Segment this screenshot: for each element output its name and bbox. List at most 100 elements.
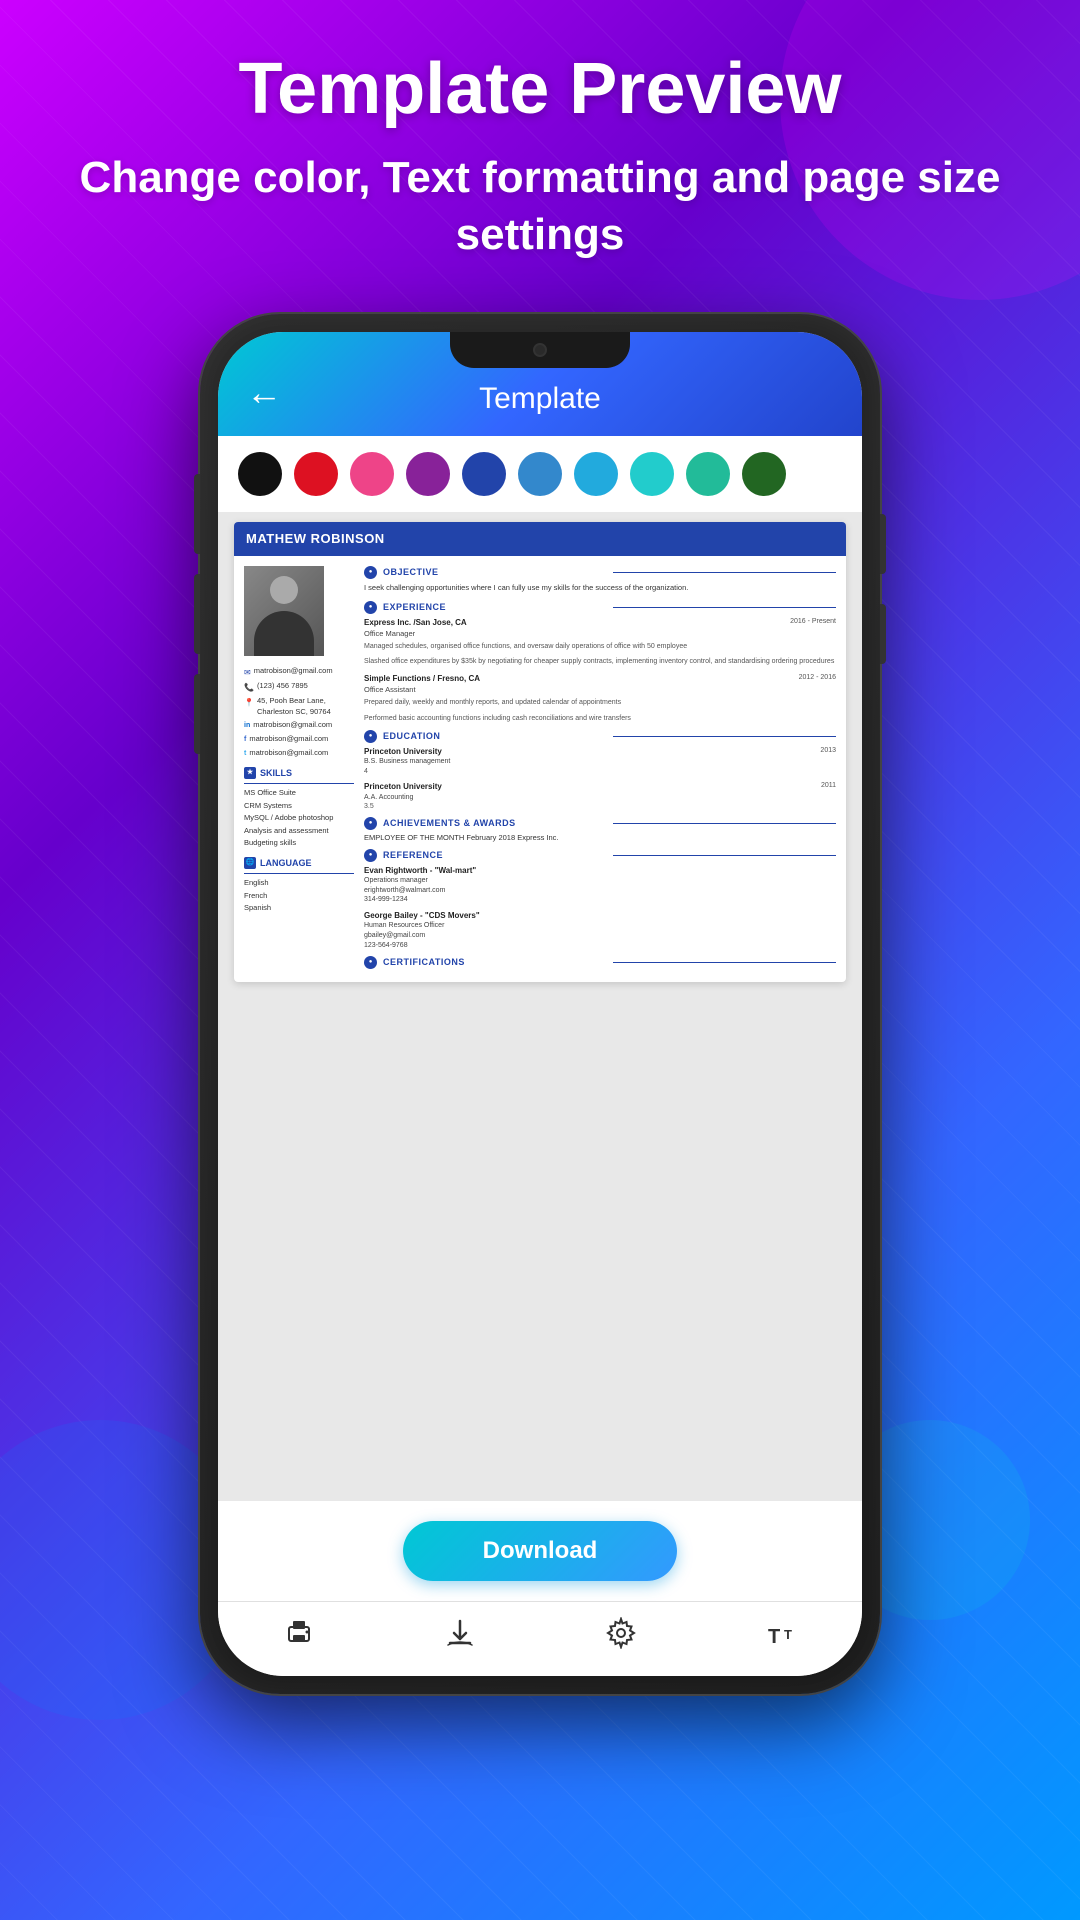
download-area: Download bbox=[218, 1501, 862, 1601]
print-nav-icon[interactable] bbox=[280, 1614, 318, 1652]
download-nav-icon[interactable] bbox=[441, 1614, 479, 1652]
volume-down-button[interactable] bbox=[880, 604, 886, 664]
edu-entry-2: Princeton University 2011 A.A. Accountin… bbox=[364, 781, 836, 812]
ref-name-1: Evan Rightworth - "Wal-mart" bbox=[364, 865, 836, 876]
phone-screen: ← Template bbox=[218, 332, 862, 1676]
objective-header: ● OBJECTIVE bbox=[364, 566, 836, 579]
contact-phone: 📞 (123) 456 7895 bbox=[244, 681, 354, 693]
reference-title: REFERENCE bbox=[383, 849, 607, 862]
color-swatch-dark-blue[interactable] bbox=[462, 452, 506, 496]
phone-value: (123) 456 7895 bbox=[257, 681, 308, 692]
experience-line bbox=[613, 607, 837, 608]
ref-email-1: erightworth@walmart.com bbox=[364, 886, 836, 896]
location-icon: 📍 bbox=[244, 697, 254, 708]
email-icon: ✉ bbox=[244, 667, 251, 678]
color-swatch-purple[interactable] bbox=[406, 452, 450, 496]
resume-name: MATHEW ROBINSON bbox=[234, 522, 846, 556]
ref-role-1: Operations manager bbox=[364, 876, 836, 886]
edu-title-row-1: Princeton University 2013 bbox=[364, 746, 836, 757]
resume-photo bbox=[244, 566, 324, 656]
resume-left-column: ✉ matrobison@gmail.com 📞 (123) 456 7895 … bbox=[244, 566, 354, 972]
reference-icon: ● bbox=[364, 849, 377, 862]
ref-name-2: George Bailey - "CDS Movers" bbox=[364, 910, 836, 921]
back-button[interactable]: ← bbox=[246, 371, 282, 413]
reference-header: ● REFERENCE bbox=[364, 849, 836, 862]
phone-mockup: ← Template bbox=[0, 314, 1080, 1694]
objective-text: I seek challenging opportunities where I… bbox=[364, 582, 836, 593]
screen-title: Template bbox=[479, 382, 601, 416]
color-swatch-cyan[interactable] bbox=[630, 452, 674, 496]
contact-linkedin: in matrobison@gmail.com bbox=[244, 720, 354, 731]
ref-phone-1: 314-999-1234 bbox=[364, 895, 836, 905]
edu-entry-1: Princeton University 2013 B.S. Business … bbox=[364, 746, 836, 777]
app-screen: ← Template bbox=[218, 332, 862, 1676]
exp-entry-4: Performed basic accounting functions inc… bbox=[364, 714, 836, 724]
skills-header: ★ SKILLS bbox=[244, 767, 354, 780]
header-section: Template Preview Change color, Text form… bbox=[0, 0, 1080, 294]
resume-right-column: ● OBJECTIVE I seek challenging opportuni… bbox=[364, 566, 836, 972]
phone-frame: ← Template bbox=[200, 314, 880, 1694]
lang-1: English bbox=[244, 878, 354, 889]
color-swatch-black[interactable] bbox=[238, 452, 282, 496]
svg-text:T: T bbox=[768, 1626, 780, 1648]
skills-icon: ★ bbox=[244, 767, 256, 779]
color-swatch-green[interactable] bbox=[742, 452, 786, 496]
exp-role-3: Office Assistant bbox=[364, 685, 836, 696]
edu-year-1: 2013 bbox=[820, 746, 836, 757]
skills-divider bbox=[244, 783, 354, 784]
language-divider bbox=[244, 873, 354, 874]
download-button[interactable]: Download bbox=[403, 1521, 678, 1581]
skill-4: Analysis and assessment bbox=[244, 826, 354, 837]
settings-nav-icon[interactable] bbox=[602, 1614, 640, 1652]
exp-desc-3: Prepared daily, weekly and monthly repor… bbox=[364, 698, 836, 708]
page-title: Template Preview bbox=[60, 50, 1020, 129]
experience-header: ● EXPERIENCE bbox=[364, 601, 836, 614]
volume-up-button[interactable] bbox=[194, 574, 200, 654]
email-value: matrobison@gmail.com bbox=[254, 666, 333, 677]
experience-icon: ● bbox=[364, 601, 377, 614]
achievements-icon: ● bbox=[364, 817, 377, 830]
education-line bbox=[613, 736, 837, 737]
phone-icon: 📞 bbox=[244, 682, 254, 693]
certifications-icon: ● bbox=[364, 956, 377, 969]
exp-desc-2: Slashed office expenditures by $35k by n… bbox=[364, 657, 836, 667]
color-swatch-sky-blue[interactable] bbox=[574, 452, 618, 496]
silent-button[interactable] bbox=[194, 474, 200, 554]
language-icon: 🌐 bbox=[244, 857, 256, 869]
edu-school-2: Princeton University bbox=[364, 781, 442, 792]
contact-address: 📍 45, Pooh Bear Lane, Charleston SC, 907… bbox=[244, 696, 354, 717]
edu-year-2: 2011 bbox=[821, 781, 836, 792]
education-title: EDUCATION bbox=[383, 730, 607, 743]
exp-desc-4: Performed basic accounting functions inc… bbox=[364, 714, 836, 724]
exp-date-1: 2016 - Present bbox=[790, 617, 836, 628]
lang-3: Spanish bbox=[244, 903, 354, 914]
power-button[interactable] bbox=[880, 514, 886, 574]
facebook-icon: f bbox=[244, 735, 246, 745]
ref-entry-2: George Bailey - "CDS Movers" Human Resou… bbox=[364, 910, 836, 951]
volume-down-left-button[interactable] bbox=[194, 674, 200, 754]
color-swatches-row bbox=[218, 436, 862, 512]
linkedin-value: matrobison@gmail.com bbox=[253, 720, 332, 731]
certifications-header: ● CERTIFICATIONS bbox=[364, 956, 836, 969]
phone-notch bbox=[450, 332, 630, 368]
color-swatch-blue[interactable] bbox=[518, 452, 562, 496]
experience-title: EXPERIENCE bbox=[383, 601, 607, 614]
certifications-title: CERTIFICATIONS bbox=[383, 956, 607, 969]
color-swatch-pink[interactable] bbox=[350, 452, 394, 496]
exp-role-1: Office Manager bbox=[364, 629, 836, 640]
bottom-nav: T T bbox=[218, 1601, 862, 1676]
skills-title: SKILLS bbox=[260, 767, 292, 780]
ref-entry-1: Evan Rightworth - "Wal-mart" Operations … bbox=[364, 865, 836, 906]
color-swatch-teal[interactable] bbox=[686, 452, 730, 496]
exp-title-row-1: Express Inc. /San Jose, CA 2016 - Presen… bbox=[364, 617, 836, 628]
objective-title: OBJECTIVE bbox=[383, 566, 607, 579]
award-text: EMPLOYEE OF THE MONTH February 2018 Expr… bbox=[364, 833, 836, 844]
color-swatch-red[interactable] bbox=[294, 452, 338, 496]
text-size-nav-icon[interactable]: T T bbox=[763, 1614, 801, 1652]
reference-line bbox=[613, 855, 837, 856]
twitter-icon: t bbox=[244, 749, 246, 759]
edu-school-1: Princeton University bbox=[364, 746, 442, 757]
contact-facebook: f matrobison@gmail.com bbox=[244, 734, 354, 745]
exp-date-3: 2012 - 2016 bbox=[799, 673, 836, 684]
address-value: 45, Pooh Bear Lane, Charleston SC, 90764 bbox=[257, 696, 354, 717]
